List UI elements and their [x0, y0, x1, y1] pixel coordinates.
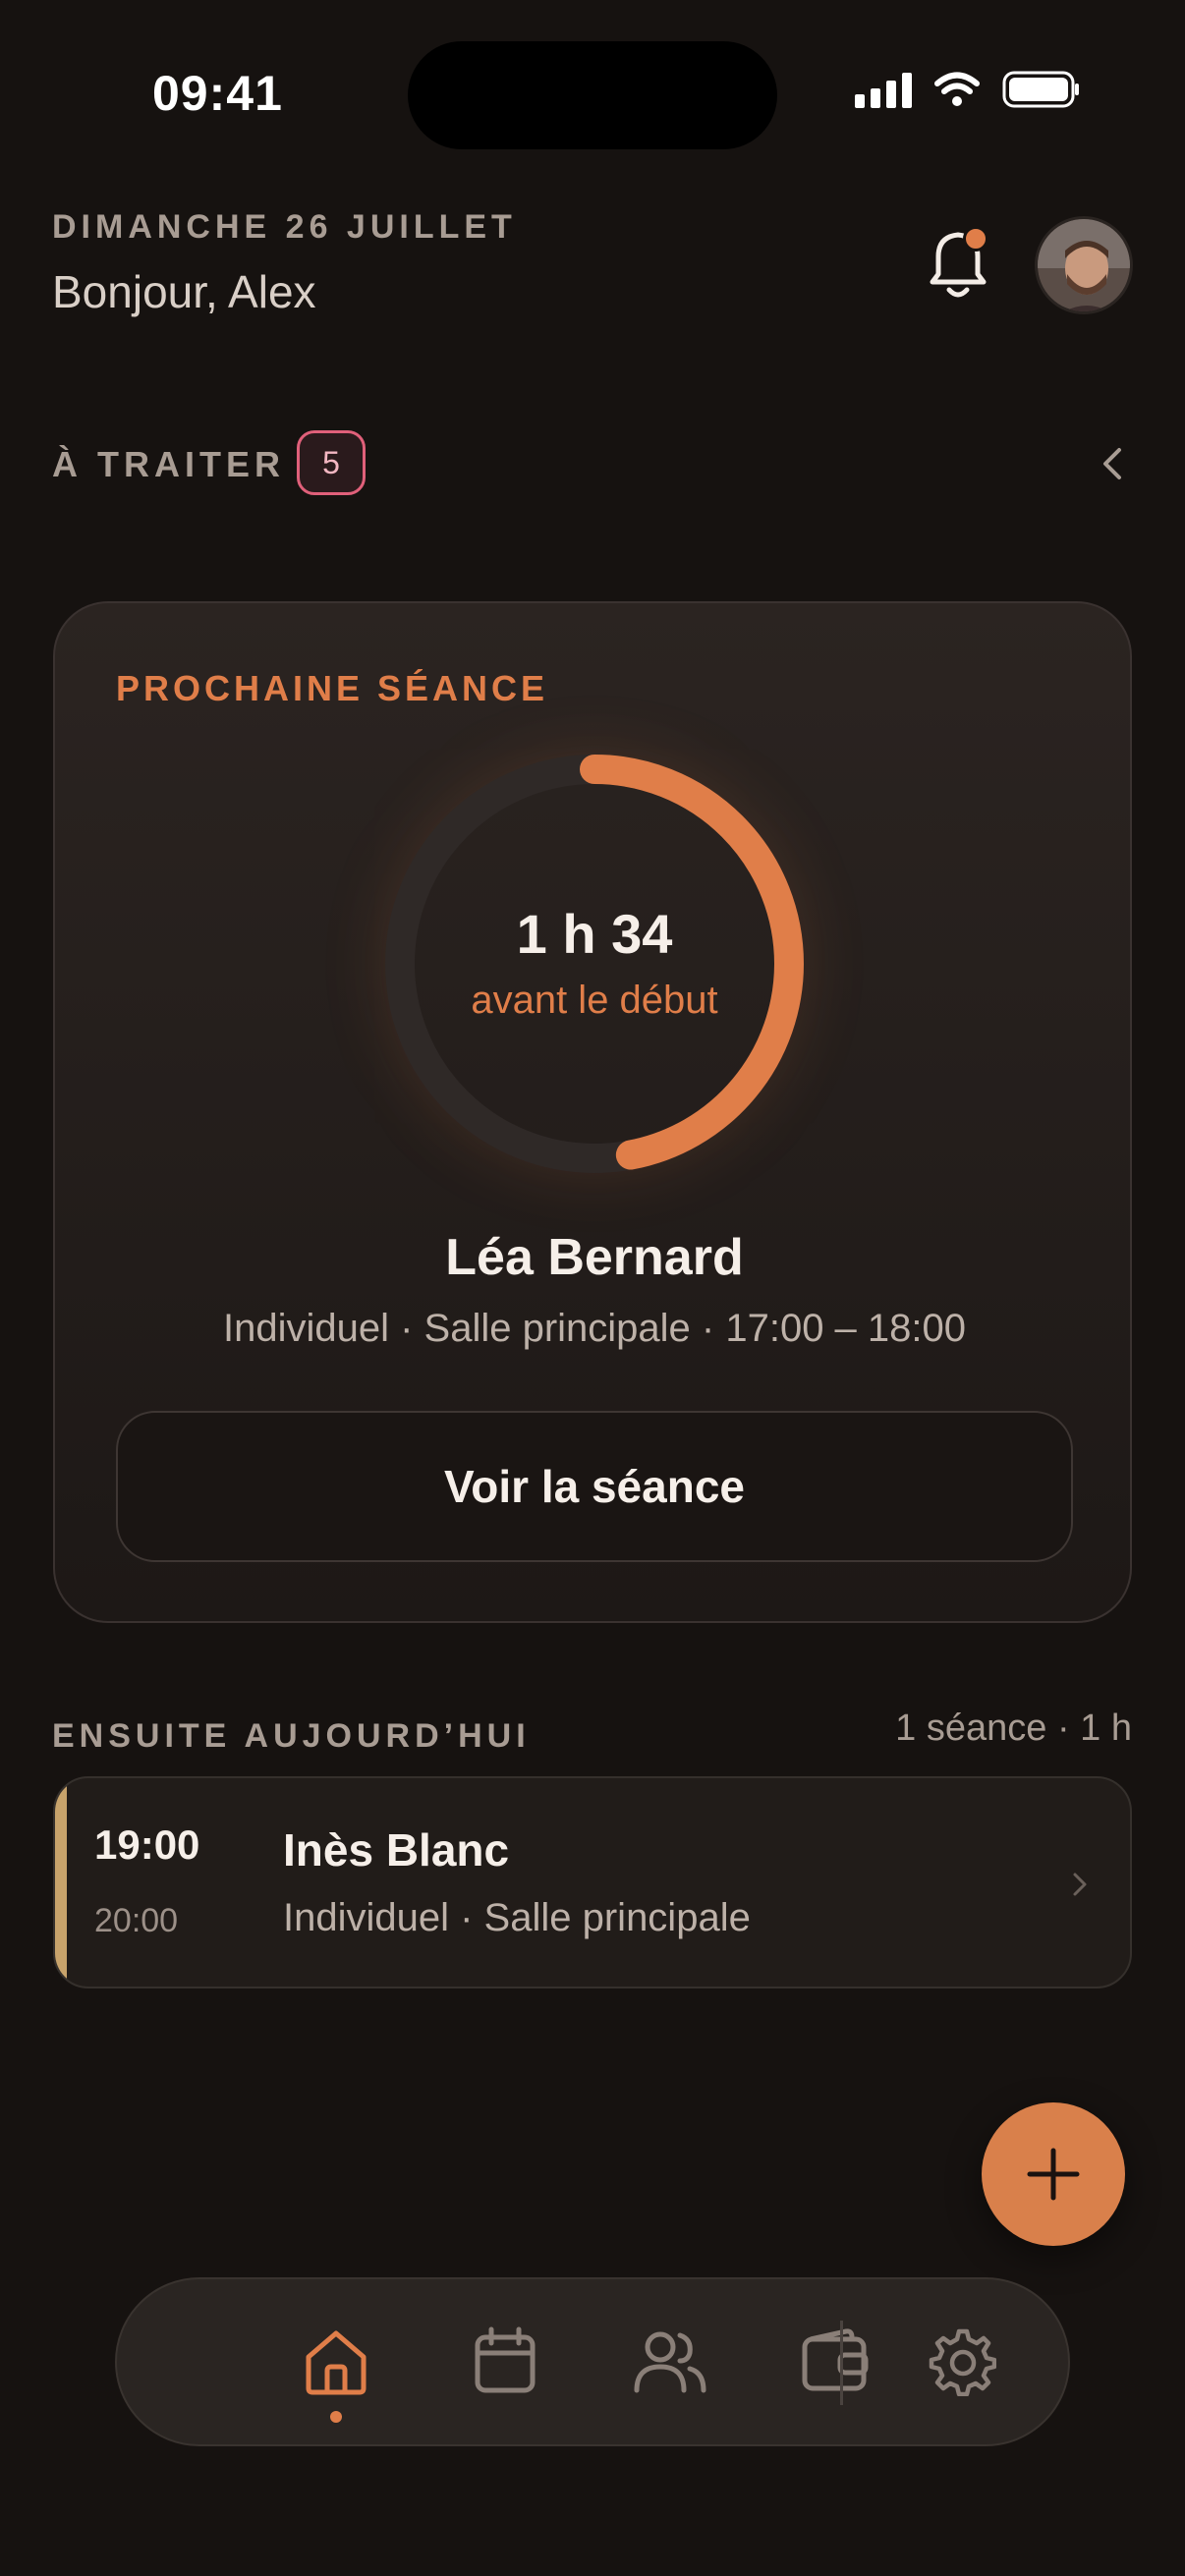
- home-icon: [306, 2330, 367, 2395]
- notifications-button[interactable]: [919, 221, 997, 305]
- home-screen: 09:41 DIMANCHE 26 JUILLET Bonjour, Alex: [0, 0, 1185, 2576]
- bottom-nav: [115, 2277, 1070, 2446]
- users-icon: [634, 2331, 706, 2393]
- chevron-right-icon: [1073, 1873, 1087, 1896]
- next-session-card: PROCHAINE SÉANCE 1 h 34 avant le début L…: [53, 601, 1132, 1623]
- chevron-left-icon[interactable]: [1094, 442, 1133, 485]
- later-summary: 1 séance · 1 h: [895, 1708, 1132, 1749]
- date-label: DIMANCHE 26 JUILLET: [52, 208, 517, 246]
- plus-icon: [1027, 2148, 1080, 2201]
- session-row-details: Individuel · Salle principale: [283, 1896, 751, 1939]
- status-time: 09:41: [152, 66, 283, 121]
- battery-icon: [1002, 71, 1079, 108]
- countdown-ring: 1 h 34 avant le début: [356, 725, 833, 1203]
- status-icons: [855, 71, 1081, 108]
- session-client-name: Inès Blanc: [283, 1824, 510, 1876]
- signal-icon: [855, 71, 912, 108]
- nav-divider: [840, 2321, 843, 2405]
- dynamic-island: [408, 41, 777, 149]
- nav-settings[interactable]: [917, 2317, 1005, 2405]
- session-details: Individuel · Salle principale · 17:00 – …: [222, 1307, 967, 1350]
- wifi-icon: [934, 72, 980, 106]
- nav-active-dot: [330, 2411, 342, 2423]
- later-section-label: ENSUITE AUJOURD’HUI: [52, 1717, 531, 1755]
- nav-calendar[interactable]: [461, 2317, 549, 2405]
- add-session-button[interactable]: [982, 2102, 1125, 2246]
- next-session-label: PROCHAINE SÉANCE: [116, 668, 549, 708]
- todo-count-badge: 5: [297, 430, 366, 495]
- view-session-button[interactable]: Voir la séance: [116, 1411, 1073, 1562]
- session-end-time: 20:00: [94, 1902, 179, 1939]
- session-color-bar: [55, 1778, 67, 1987]
- calendar-icon: [475, 2326, 536, 2393]
- todo-section-label: À TRAITER: [52, 444, 285, 484]
- wallet-icon: [802, 2328, 869, 2391]
- gear-icon: [929, 2328, 996, 2396]
- greeting: Bonjour, Alex: [52, 266, 316, 317]
- nav-home[interactable]: [292, 2317, 380, 2405]
- avatar[interactable]: [1035, 216, 1133, 314]
- avatar-image: [1038, 219, 1130, 311]
- session-start-time: 19:00: [94, 1821, 200, 1868]
- nav-clients[interactable]: [626, 2317, 714, 2405]
- nav-wallet[interactable]: [791, 2317, 879, 2405]
- countdown-value: 1 h 34: [516, 903, 673, 965]
- client-name: Léa Bernard: [445, 1229, 744, 1286]
- notification-dot: [963, 226, 988, 252]
- countdown-subtitle: avant le début: [471, 979, 718, 1022]
- session-row[interactable]: 19:00 20:00 Inès Blanc Individuel · Sall…: [53, 1776, 1132, 1988]
